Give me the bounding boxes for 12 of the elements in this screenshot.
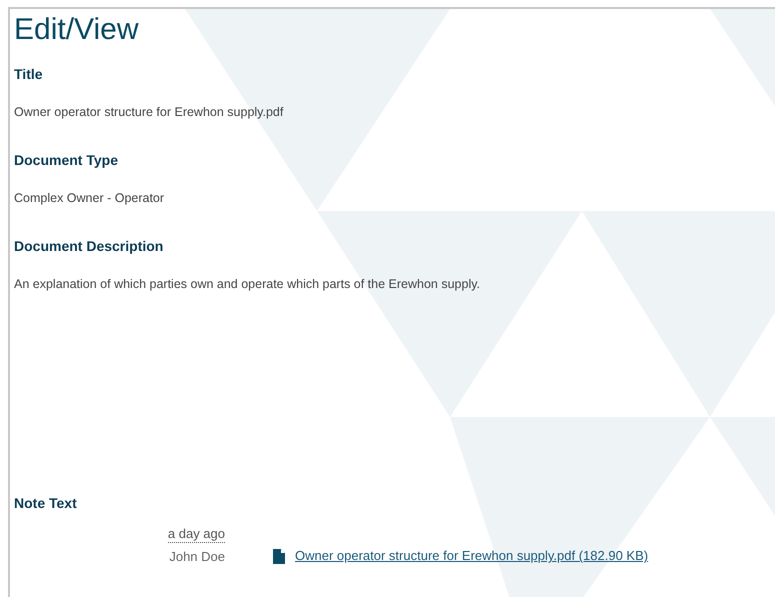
note-timestamp: a day ago [168,526,225,544]
field-label: Document Type [14,150,118,170]
note-author: John Doe [169,548,225,566]
page-title: Edit/View [14,12,139,48]
field-label: Title [14,65,43,84]
field-value: Owner operator structure for Erewhon supply.pdf [14,104,284,121]
attachment-link[interactable]: Owner operator structure for Erewhon supply.pdf (182.90 KB) [295,546,648,566]
field-value: Complex Owner - Operator [14,190,164,207]
field-label: Document Description [14,236,164,256]
field-label: Note Text [14,494,77,514]
field-value: An explanation of which parties own and operate which parts of the Erewhon supply. [14,276,480,293]
document-icon [273,548,285,564]
